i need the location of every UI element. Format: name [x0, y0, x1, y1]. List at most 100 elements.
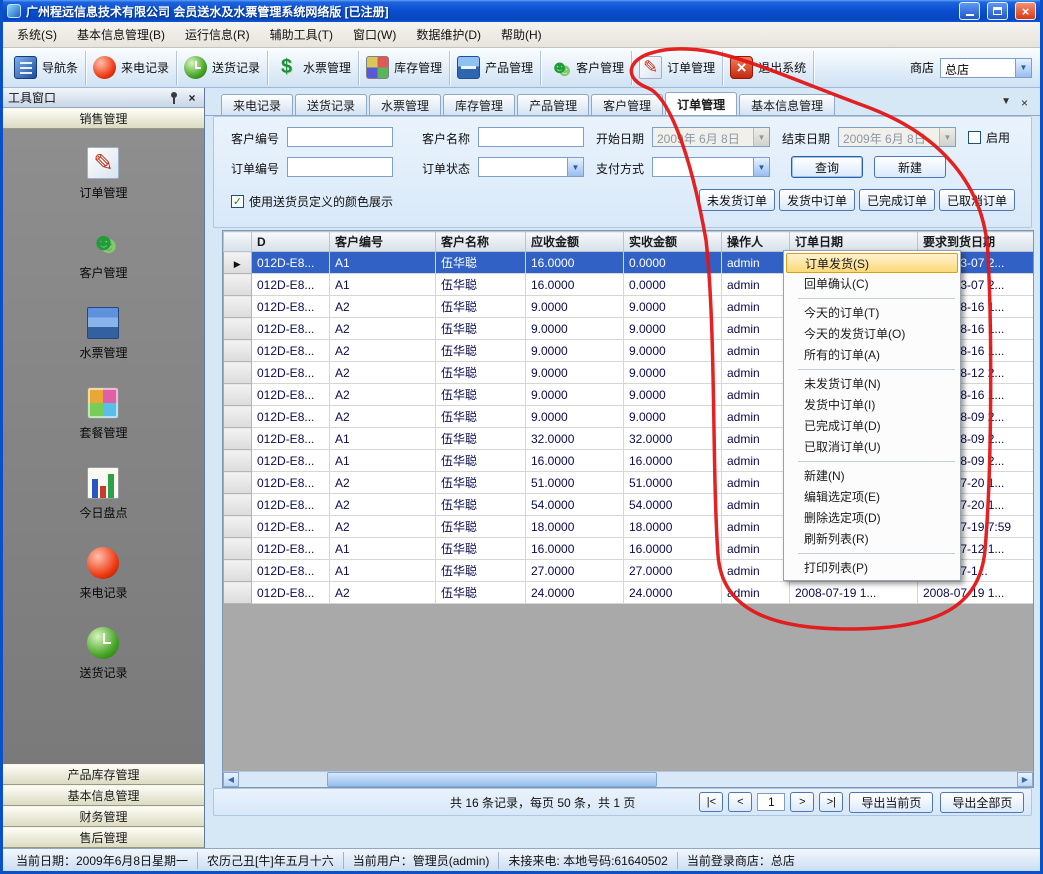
sidebar-group-sales[interactable]: 销售管理: [3, 108, 204, 129]
sidebar-item[interactable]: 今日盘点: [79, 467, 127, 521]
row-selector[interactable]: [224, 296, 252, 318]
row-selector[interactable]: [224, 516, 252, 538]
order-no-input[interactable]: [287, 157, 393, 177]
sidebar-item[interactable]: 来电记录: [79, 547, 127, 601]
column-header[interactable]: 订单日期: [790, 232, 918, 252]
start-date-picker[interactable]: 2009年 6月 8日 ▼: [652, 127, 770, 147]
column-header[interactable]: 操作人: [722, 232, 790, 252]
color-display-checkbox[interactable]: ✓ 使用送货员定义的颜色展示: [231, 193, 393, 210]
page-number-input[interactable]: 1: [757, 793, 785, 811]
end-date-picker[interactable]: 2009年 6月 8日 ▼: [838, 127, 956, 147]
context-menu-item[interactable]: 回单确认(C): [786, 273, 958, 294]
toolbar-button[interactable]: 水票管理: [268, 51, 359, 85]
context-menu-item[interactable]: 所有的订单(A): [786, 344, 958, 365]
sidebar-group[interactable]: 基本信息管理: [3, 785, 204, 806]
row-selector[interactable]: [224, 494, 252, 516]
customer-name-input[interactable]: [478, 127, 584, 147]
chevron-down-icon[interactable]: ▼: [753, 128, 769, 146]
toolbar-button[interactable]: 产品管理: [450, 51, 541, 85]
context-menu-item[interactable]: 删除选定项(D): [786, 507, 958, 528]
sidebar-group[interactable]: 售后管理: [3, 827, 204, 848]
order-status-combobox[interactable]: ▼: [478, 157, 584, 177]
menu-item[interactable]: 运行信息(R): [175, 21, 260, 48]
tab[interactable]: 基本信息管理: [739, 94, 835, 115]
menu-item[interactable]: 帮助(H): [491, 21, 552, 48]
sidebar-close-icon[interactable]: ×: [185, 91, 199, 105]
query-button[interactable]: 查询: [791, 156, 863, 178]
column-header[interactable]: 客户名称: [436, 232, 526, 252]
export-all-pages-button[interactable]: 导出全部页: [940, 792, 1024, 813]
checkbox-checked-icon[interactable]: ✓: [231, 195, 244, 208]
row-selector[interactable]: [224, 450, 252, 472]
sidebar-group[interactable]: 产品库存管理: [3, 764, 204, 785]
column-header[interactable]: 实收金额: [624, 232, 722, 252]
menu-item[interactable]: 数据维护(D): [406, 21, 491, 48]
context-menu-item[interactable]: [798, 365, 955, 373]
row-selector[interactable]: [224, 252, 252, 274]
menu-item[interactable]: 窗口(W): [343, 21, 406, 48]
toolbar-button[interactable]: 客户管理: [541, 51, 632, 85]
toolbar-button[interactable]: 来电记录: [86, 51, 177, 85]
context-menu-item[interactable]: [798, 457, 955, 465]
status-filter-button[interactable]: 已取消订单: [939, 189, 1015, 211]
horizontal-scrollbar[interactable]: ◀ ▶: [223, 771, 1033, 787]
close-button[interactable]: ×: [1015, 2, 1036, 20]
context-menu-item[interactable]: 今天的发货订单(O): [786, 323, 958, 344]
context-menu-item[interactable]: 编辑选定项(E): [786, 486, 958, 507]
row-selector[interactable]: [224, 560, 252, 582]
row-selector[interactable]: [224, 428, 252, 450]
context-menu-item[interactable]: [798, 549, 955, 557]
menu-item[interactable]: 辅助工具(T): [260, 21, 343, 48]
context-menu-item[interactable]: 订单发货(S): [786, 253, 958, 273]
minimize-button[interactable]: [959, 2, 980, 20]
column-header[interactable]: 客户编号: [330, 232, 436, 252]
tab[interactable]: 订单管理: [665, 92, 737, 115]
column-header[interactable]: 应收金额: [526, 232, 624, 252]
sidebar-group[interactable]: 财务管理: [3, 806, 204, 827]
context-menu-item[interactable]: 已完成订单(D): [786, 415, 958, 436]
export-current-page-button[interactable]: 导出当前页: [849, 792, 933, 813]
context-menu-item[interactable]: 未发货订单(N): [786, 373, 958, 394]
sidebar-item[interactable]: 送货记录: [79, 627, 127, 681]
chevron-down-icon[interactable]: ▼: [567, 158, 583, 176]
checkbox-icon[interactable]: [968, 131, 981, 144]
sidebar-item[interactable]: 水票管理: [79, 307, 127, 361]
prev-page-button[interactable]: <: [728, 792, 752, 812]
toolbar-button[interactable]: 订单管理: [632, 51, 723, 85]
sidebar-item[interactable]: 客户管理: [79, 227, 127, 281]
tab[interactable]: 客户管理: [591, 94, 663, 115]
maximize-button[interactable]: [987, 2, 1008, 20]
first-page-button[interactable]: |<: [699, 792, 723, 812]
row-selector[interactable]: [224, 384, 252, 406]
new-button[interactable]: 新建: [874, 156, 946, 178]
chevron-down-icon[interactable]: ▼: [1015, 59, 1031, 77]
row-selector[interactable]: [224, 340, 252, 362]
toolbar-button[interactable]: 退出系统: [723, 51, 814, 85]
row-selector[interactable]: [224, 538, 252, 560]
tab-close-icon[interactable]: ×: [1021, 96, 1028, 110]
customer-no-input[interactable]: [287, 127, 393, 147]
table-row[interactable]: 012D-E8... A2 伍华聪 24.0000 24.0000 admin …: [224, 582, 1034, 604]
scrollbar-thumb[interactable]: [327, 772, 657, 787]
row-selector[interactable]: [224, 472, 252, 494]
status-filter-button[interactable]: 已完成订单: [859, 189, 935, 211]
row-selector[interactable]: [224, 582, 252, 604]
scroll-left-icon[interactable]: ◀: [223, 772, 239, 787]
row-selector[interactable]: [224, 362, 252, 384]
toolbar-button[interactable]: 送货记录: [177, 51, 268, 85]
sidebar-item[interactable]: 订单管理: [79, 147, 127, 201]
tab[interactable]: 库存管理: [443, 94, 515, 115]
tab[interactable]: 送货记录: [295, 94, 367, 115]
status-filter-button[interactable]: 发货中订单: [779, 189, 855, 211]
context-menu-item[interactable]: 打印列表(P): [786, 557, 958, 578]
tab-scroll-down-icon[interactable]: ▼: [1001, 96, 1011, 110]
column-header[interactable]: D: [252, 232, 330, 252]
context-menu-item[interactable]: 已取消订单(U): [786, 436, 958, 457]
context-menu-item[interactable]: 今天的订单(T): [786, 302, 958, 323]
row-selector[interactable]: [224, 406, 252, 428]
chevron-down-icon[interactable]: ▼: [939, 128, 955, 146]
column-header[interactable]: [224, 232, 252, 252]
last-page-button[interactable]: >|: [819, 792, 843, 812]
next-page-button[interactable]: >: [790, 792, 814, 812]
pin-icon[interactable]: [168, 91, 180, 105]
